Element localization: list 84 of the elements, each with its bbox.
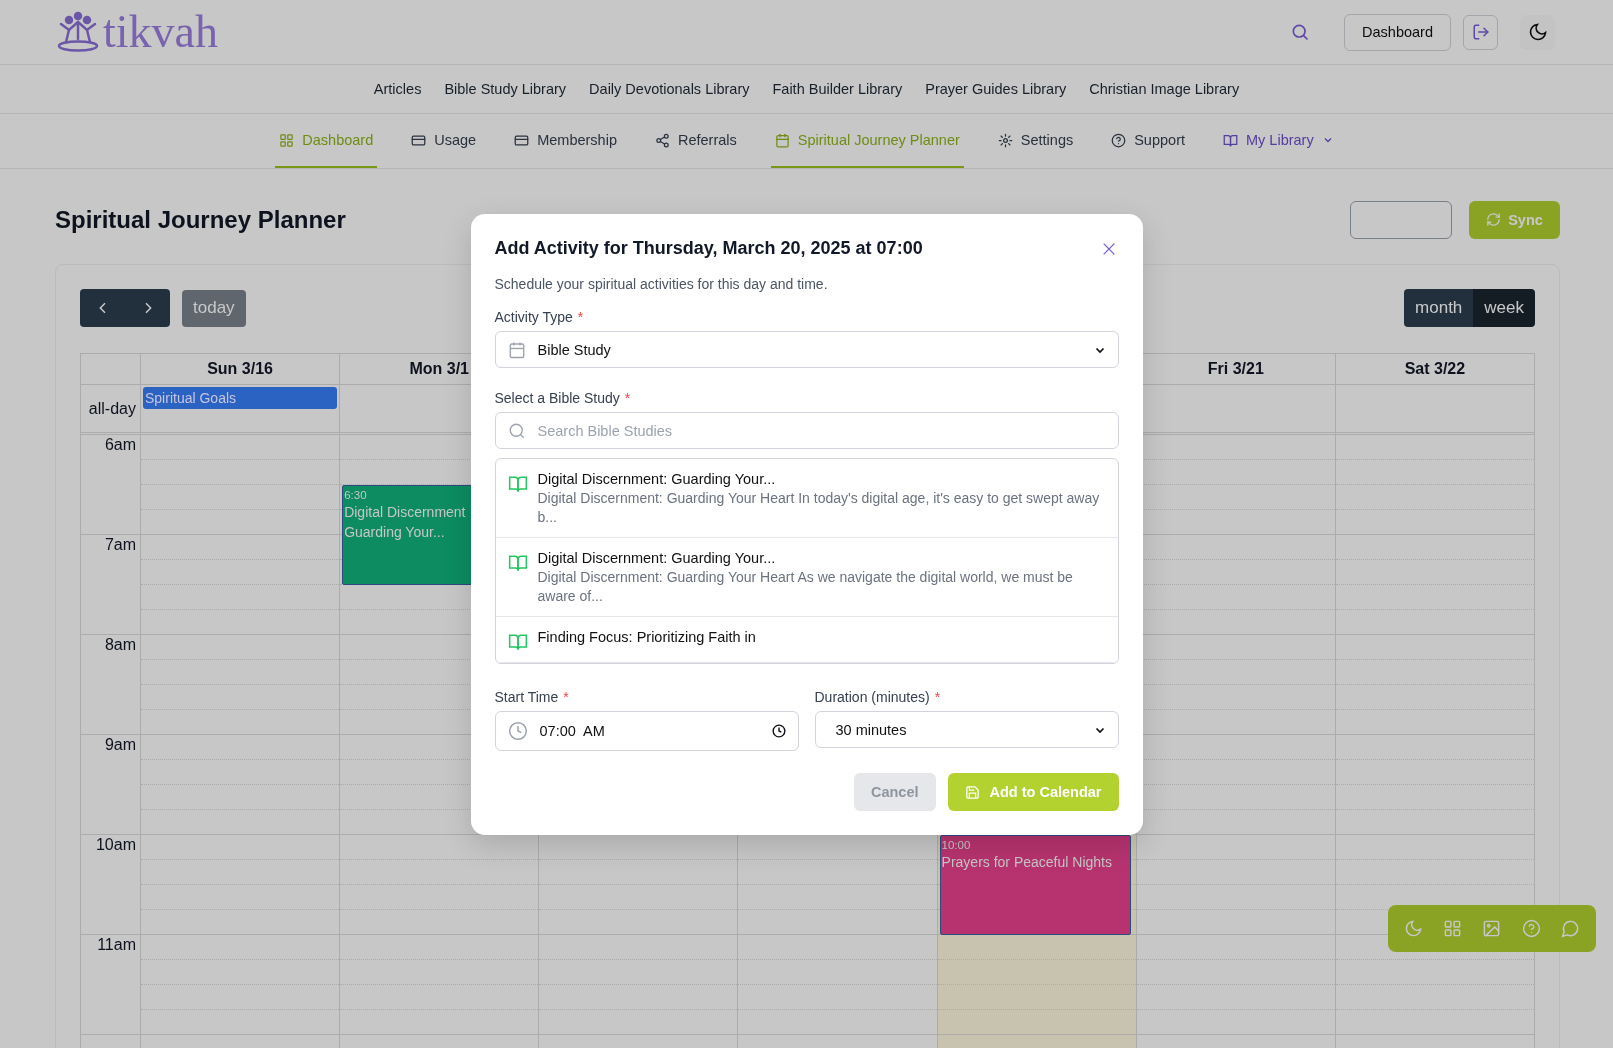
nav-link[interactable]: Christian Image Library [1089, 81, 1240, 97]
time-label: 8am [104, 636, 136, 653]
grid-icon [279, 132, 295, 148]
image-icon [1482, 919, 1502, 938]
chat-icon [1560, 919, 1580, 938]
calendar-icon [507, 340, 526, 359]
card-icon [514, 132, 530, 148]
nav-link[interactable]: Prayer Guides Library [925, 81, 1067, 97]
time-label: 9am [104, 736, 136, 753]
nav-link[interactable]: Articles [373, 81, 422, 97]
event-time: 10:00 [941, 838, 972, 852]
search-icon [507, 422, 526, 440]
option-description: Digital Discernment: Guarding Your Heart As we navigate the digital world, we must be aware of... [537, 568, 1074, 606]
option-description: Digital Discernment: Guarding Your Heart In today's digital age, it's easy to get swept away b... [537, 489, 1101, 527]
moon-icon [1527, 22, 1548, 42]
card-icon [411, 132, 427, 148]
option-title: Finding Focus: Prioritizing Faith in [537, 629, 756, 645]
time-label: 6am [104, 436, 136, 453]
required-mark: * [624, 390, 631, 406]
empty-field[interactable] [1350, 200, 1452, 239]
help-icon [1521, 919, 1541, 938]
book-icon [507, 474, 528, 494]
clock-icon [507, 721, 528, 741]
dashboard-button[interactable]: Dashboard [1344, 13, 1451, 51]
required-mark: * [563, 689, 569, 705]
activity-type-select[interactable]: Bible Study [494, 331, 1119, 368]
option-title: Digital Discernment: Guarding Your... [537, 550, 777, 566]
previous-button[interactable] [80, 289, 125, 327]
nav-link[interactable]: Daily Devotionals Library [589, 81, 750, 97]
time-label: 11am [97, 936, 136, 953]
nav-tab[interactable]: Membership [510, 114, 621, 168]
nav-tab[interactable]: My Library [1219, 114, 1338, 168]
book-icon [1223, 132, 1238, 148]
bible-study-option[interactable]: Finding Focus: Prioritizing Faith in [495, 617, 1118, 663]
day-header: Sat 3/22 [1335, 354, 1535, 385]
time-label: 7am [104, 536, 136, 553]
nav-tab[interactable]: Settings [993, 114, 1078, 168]
all-day-label: all-day [81, 385, 141, 435]
book-icon [507, 632, 528, 652]
next-button[interactable] [125, 289, 170, 327]
required-mark: * [577, 309, 584, 325]
grid-icon [1443, 919, 1463, 938]
dialog-description: Schedule your spiritual activities for this day and time. [494, 276, 829, 292]
moon-icon [1404, 919, 1424, 938]
today-button[interactable]: today [182, 289, 246, 327]
bible-study-option[interactable]: Digital Discernment: Guarding Your... Digital Discernment: Guarding Your Heart As we navigate the digital world, we must be aware of... [495, 538, 1118, 617]
field-label: Select a Bible Study [494, 390, 620, 406]
event-time: 6:30 [344, 488, 368, 502]
settings-icon [997, 132, 1013, 148]
duration-select[interactable]: 30 minutes [814, 711, 1119, 748]
refresh-icon [1486, 212, 1502, 227]
share-icon [654, 132, 670, 148]
book-icon [507, 553, 528, 573]
calendar-icon [774, 132, 790, 148]
day-header: Sun 3/16 [141, 354, 341, 385]
bible-study-option[interactable]: Digital Discernment: Guarding Your... Digital Discernment: Guarding Your Heart In today's digital age, it's easy to get swept away b... [495, 459, 1118, 538]
dialog-title: Add Activity for Thursday, March 20, 2025 at 07:00 [494, 238, 923, 259]
search-field[interactable]: Search Bible Studies [494, 412, 1119, 449]
help-icon [1111, 132, 1127, 148]
field-label: Activity Type [494, 309, 573, 325]
event-title: Digital Discernment Guarding Your... [344, 503, 467, 542]
view-button[interactable]: month [1404, 289, 1474, 327]
save-icon [964, 784, 980, 800]
nav-link[interactable]: Faith Builder Library [772, 81, 903, 97]
logo-text: tikvah [103, 9, 218, 55]
start-time-field[interactable]: 07:00 AM [494, 711, 799, 751]
search-icon[interactable] [1290, 22, 1311, 42]
theme-toggle-button[interactable] [1520, 14, 1555, 50]
nav-tab[interactable]: Support [1107, 114, 1189, 168]
logout-icon [1471, 23, 1490, 41]
time-label: 10am [95, 836, 136, 853]
field-label: Duration (minutes) [814, 689, 930, 705]
option-title: Digital Discernment: Guarding Your... [537, 471, 777, 487]
page-title: Spiritual Journey Planner [55, 205, 346, 234]
logo-people-icon [55, 11, 101, 53]
field-label: Start Time [494, 689, 559, 705]
nav-tab[interactable]: Referrals [650, 114, 741, 168]
event-title: Prayers for Peaceful Nights [941, 853, 1113, 872]
nav-link[interactable]: Bible Study Library [444, 81, 567, 97]
nav-tab[interactable]: Usage [407, 114, 481, 168]
required-mark: * [934, 689, 941, 705]
logout-button[interactable] [1463, 14, 1498, 50]
clock-icon [771, 724, 786, 738]
view-button[interactable]: week [1473, 289, 1535, 327]
